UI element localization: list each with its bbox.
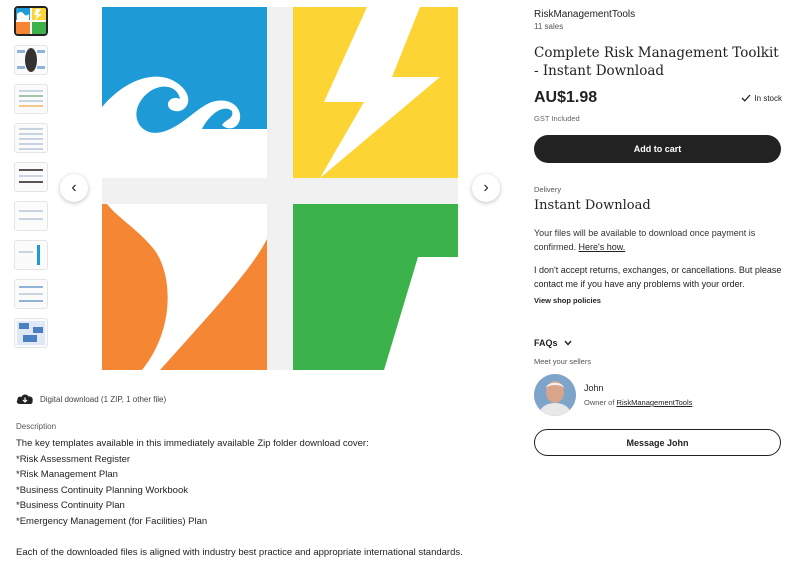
thumbnail-logo[interactable]: [14, 6, 48, 36]
listing-title: Complete Risk Management Toolkit - Insta…: [534, 45, 779, 79]
thumbnail-6[interactable]: [14, 201, 48, 231]
seller-owner-prefix: Owner of: [584, 398, 615, 407]
cloud-download-icon: [16, 394, 33, 404]
description-heading: Description: [16, 422, 57, 431]
description-item: *Business Continuity Planning Workbook: [16, 484, 188, 496]
chevron-down-icon: [563, 340, 572, 346]
files-availability-note: Your files will be available to download…: [534, 226, 782, 254]
meet-sellers-label: Meet your sellers: [534, 357, 592, 366]
thumbnail-8[interactable]: [14, 279, 48, 309]
thumbnail-9[interactable]: [14, 318, 48, 348]
gst-note: GST Included: [534, 114, 580, 123]
faqs-toggle[interactable]: FAQs: [534, 338, 782, 348]
thumbnail-5[interactable]: [14, 162, 48, 192]
thumbnail-3[interactable]: [14, 84, 48, 114]
thumbnail-2[interactable]: [14, 45, 48, 75]
delivery-value: Instant Download: [534, 198, 651, 213]
price-row: AU$1.98 In stock: [534, 89, 782, 107]
delivery-label: Delivery: [534, 185, 562, 194]
stock-status: In stock: [741, 94, 782, 103]
chevron-left-icon: ‹: [71, 179, 77, 196]
description-body: The key templates available in this imme…: [16, 436, 476, 560]
description-item: *Business Continuity Plan: [16, 500, 125, 511]
seller-details: John Owner of RiskManagementTools: [584, 383, 692, 407]
thumbnail-logo-image: [16, 8, 46, 34]
seller-avatar[interactable]: [534, 374, 576, 416]
listing-price: AU$1.98: [534, 89, 598, 106]
digital-download-text: Digital download (1 ZIP, 1 other file): [40, 394, 167, 404]
sales-count: 11 sales: [534, 22, 564, 31]
previous-image-button[interactable]: ‹: [60, 174, 88, 202]
files-note-text: Your files will be available to download…: [534, 228, 756, 252]
description-closing: Each of the downloaded files is aligned …: [16, 546, 463, 558]
seller-shop-link[interactable]: RiskManagementTools: [617, 398, 693, 407]
faqs-label: FAQs: [534, 338, 558, 348]
description-intro: The key templates available in this imme…: [16, 438, 369, 449]
chevron-right-icon: ›: [483, 179, 489, 196]
thumbnail-list: [14, 6, 52, 357]
returns-policy-note: I don't accept returns, exchanges, or ca…: [534, 265, 782, 289]
heres-how-link[interactable]: Here's how.: [579, 242, 626, 252]
description-item: *Emergency Management (for Facilities) P…: [16, 515, 208, 527]
digital-download-info: Digital download (1 ZIP, 1 other file): [16, 393, 166, 405]
next-image-button[interactable]: ›: [472, 174, 500, 202]
thumbnail-flow-image: [17, 321, 45, 345]
seller-avatar-image: [534, 374, 576, 416]
view-shop-policies-link[interactable]: View shop policies: [534, 296, 782, 305]
listing-info-panel: RiskManagementTools 11 sales Complete Ri…: [534, 9, 782, 456]
thumbnail-7[interactable]: [14, 240, 48, 270]
message-seller-button[interactable]: Message John: [534, 429, 781, 456]
description-item: *Risk Management Plan: [16, 469, 118, 480]
add-to-cart-button[interactable]: Add to cart: [534, 135, 781, 163]
description-item: *Risk Assessment Register: [16, 453, 131, 465]
thumbnail-4[interactable]: [14, 123, 48, 153]
check-icon: [741, 94, 751, 102]
stock-status-text: In stock: [754, 93, 782, 103]
seller-card: John Owner of RiskManagementTools: [534, 374, 782, 416]
shop-name-link[interactable]: RiskManagementTools: [534, 9, 782, 20]
risk-logo-image: [102, 7, 458, 370]
seller-owner-line: Owner of RiskManagementTools: [584, 398, 692, 407]
main-listing-image: [102, 7, 458, 370]
thumbnail-diagram-image: [17, 48, 45, 72]
seller-name: John: [584, 383, 604, 393]
